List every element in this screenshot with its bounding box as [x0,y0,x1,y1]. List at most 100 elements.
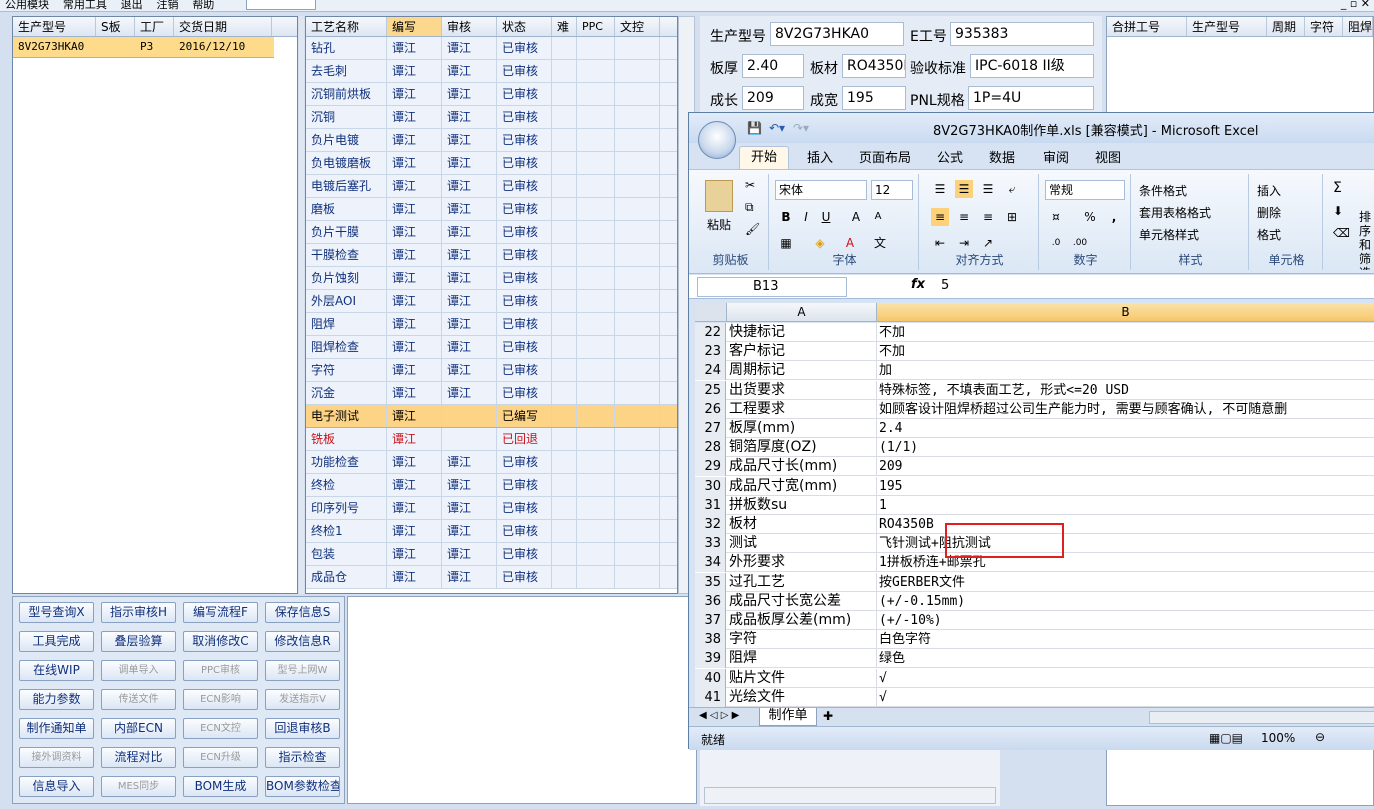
process-row[interactable]: 终检 谭江 谭江 已审核 [306,474,677,497]
field-standard[interactable]: IPC-6018 II级 [970,54,1094,78]
cell-b[interactable]: 209 [879,457,1374,476]
row-number[interactable]: 27 [695,419,726,438]
number-format-box[interactable]: 常规 [1045,180,1125,200]
cell-b[interactable]: (+/-10%) [879,611,1374,630]
function-button[interactable]: 制作通知单 [19,718,94,739]
cell-a[interactable]: 成品尺寸长宽公差 [729,591,877,611]
cell-b[interactable]: (1/1) [879,438,1374,457]
font-name-box[interactable]: 宋体 [775,180,867,200]
percent-icon[interactable]: % [1081,208,1099,226]
process-row[interactable]: 去毛刺 谭江 谭江 已审核 [306,60,677,83]
col-merge-cycle[interactable]: 周期 [1267,17,1305,36]
process-row[interactable]: 字符 谭江 谭江 已审核 [306,359,677,382]
col-merge-char[interactable]: 字符 [1305,17,1343,36]
align-bottom-icon[interactable]: ☰ [979,180,997,198]
process-row[interactable]: 电子测试 谭江 已编写 [306,405,677,428]
menu-logout[interactable]: 注销 [156,0,178,10]
delete-cells-button[interactable]: 删除 [1257,204,1281,221]
close-icon[interactable]: ✕ [1361,0,1370,10]
function-button[interactable]: 修改信息R [265,631,340,652]
cell-b[interactable]: 195 [879,477,1374,496]
function-button[interactable]: PPC审核 [183,660,258,681]
sheet-horizontal-scrollbar[interactable] [1149,711,1374,724]
function-button[interactable]: 叠层验算 [101,631,176,652]
wrap-text-icon[interactable]: ⤶ [1003,180,1021,198]
menu-common-tools[interactable]: 常用工具 [63,0,107,10]
function-button[interactable]: ECN升级 [183,747,258,768]
col-doc-control[interactable]: 文控 [615,17,660,36]
increase-decimal-icon[interactable]: .0 [1047,234,1065,252]
column-header-b[interactable]: B [877,303,1374,321]
process-row[interactable]: 沉铜 谭江 谭江 已审核 [306,106,677,129]
redo-icon[interactable]: ↷▾ [793,121,809,135]
col-ppc[interactable]: PPC [577,17,615,36]
font-size-box[interactable]: 12 [871,180,913,200]
cell-a[interactable]: 铜箔厚度(OZ) [729,438,877,458]
process-row[interactable]: 电镀后塞孔 谭江 谭江 已审核 [306,175,677,198]
cell-b[interactable]: 绿色 [879,649,1374,668]
col-factory[interactable]: 工厂 [135,17,174,36]
cell-a[interactable]: 过孔工艺 [729,572,877,592]
sheet-tab[interactable]: 制作单 [759,708,817,726]
cell-b[interactable]: 不加 [879,323,1374,342]
col-s-board[interactable]: S板 [96,17,135,36]
function-button[interactable]: 调单导入 [101,660,176,681]
underline-icon[interactable]: U [817,208,835,226]
row-number[interactable]: 29 [695,457,726,477]
shrink-font-icon[interactable]: A [869,208,887,226]
function-button[interactable]: BOM生成 [183,776,258,797]
function-button[interactable]: 内部ECN [101,718,176,739]
bold-icon[interactable]: B [777,208,795,226]
function-button[interactable]: 发送指示V [265,689,340,710]
col-delivery-date[interactable]: 交货日期 [174,17,272,36]
cell-a[interactable]: 客户标记 [729,342,877,362]
format-painter-icon[interactable]: 🖌 [745,222,760,236]
cell-b[interactable]: 不加 [879,342,1374,361]
paste-button[interactable]: 粘贴 [707,216,731,233]
col-merge-mask[interactable]: 阻焊 [1343,17,1373,36]
phonetic-icon[interactable]: 文 [871,234,889,252]
cell-a[interactable]: 字符 [729,630,877,650]
fill-color-icon[interactable]: ◈ [811,234,829,252]
fx-icon[interactable]: fx [911,277,925,292]
row-number[interactable]: 38 [695,630,726,650]
function-button[interactable]: 在线WIP [19,660,94,681]
table-format-button[interactable]: 套用表格格式 [1139,204,1211,221]
cell-b[interactable]: 特殊标签, 不填表面工艺, 形式<=20 USD [879,381,1374,400]
cell-b[interactable]: (+/-0.15mm) [879,592,1374,611]
row-number[interactable]: 30 [695,476,726,496]
field-length[interactable]: 209 [742,86,804,110]
process-row[interactable]: 终检1 谭江 谭江 已审核 [306,520,677,543]
cell-a[interactable]: 周期标记 [729,361,877,381]
tab-review[interactable]: 审阅 [1043,147,1069,166]
font-color-icon[interactable]: A [841,234,859,252]
cell-a[interactable]: 成品板厚公差(mm) [729,611,877,630]
formula-input[interactable]: 5 [941,278,949,293]
row-number[interactable]: 39 [695,649,726,669]
col-model[interactable]: 生产型号 [13,17,96,36]
function-button[interactable]: 指示检查 [265,747,340,768]
cell-a[interactable]: 快捷标记 [729,323,877,342]
paste-icon[interactable] [705,180,733,212]
col-auditor[interactable]: 审核 [442,17,497,36]
row-number[interactable]: 25 [695,380,726,400]
cell-a[interactable]: 拼板数su [729,495,877,515]
row-number[interactable]: 32 [695,515,726,534]
row-number[interactable]: 40 [695,668,726,688]
tab-view[interactable]: 视图 [1095,147,1121,166]
function-button[interactable]: 保存信息S [265,602,340,623]
clear-icon[interactable]: ⌫ [1333,226,1350,240]
cell-a[interactable]: 成品尺寸长(mm) [729,457,877,477]
process-row[interactable]: 铣板 谭江 已回退 [306,428,677,451]
order-row[interactable]: 8V2G73HKA0 P3 2016/12/10 [13,37,274,58]
undo-icon[interactable]: ↶▾ [769,121,785,135]
function-button[interactable]: 信息导入 [19,776,94,797]
row-number[interactable]: 35 [695,572,726,592]
row-number[interactable]: 33 [695,534,726,554]
function-button[interactable]: 编写流程F [183,602,258,623]
cell-b[interactable]: √ [879,669,1374,688]
save-icon[interactable]: 💾 [747,121,762,135]
tab-insert[interactable]: 插入 [807,147,833,166]
tab-data[interactable]: 数据 [989,147,1015,166]
tab-home[interactable]: 开始 [739,146,789,170]
